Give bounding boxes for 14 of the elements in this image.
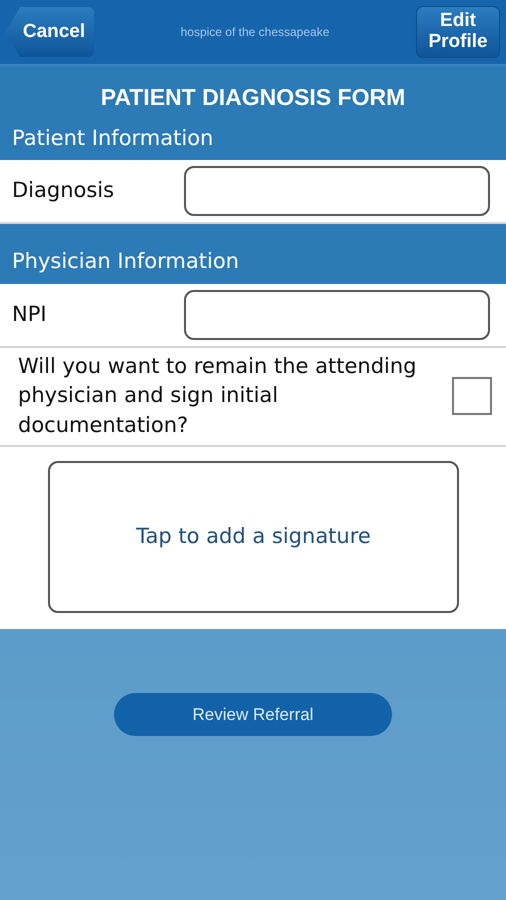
edit-profile-button[interactable]: Edit Profile	[416, 6, 500, 58]
app-title: hospice of the chessapeake	[180, 24, 330, 41]
question-text: Will you want to remain the attending physician and sign initial documentation?	[18, 352, 418, 440]
cancel-button[interactable]: Cancel	[6, 7, 94, 57]
checkbox[interactable]	[452, 377, 492, 416]
signature-pad[interactable]: Tap to add a signature	[48, 460, 459, 613]
section-heading: Physician Information	[0, 224, 506, 284]
input-field[interactable]	[184, 166, 490, 216]
form-title: PATIENT DIAGNOSIS FORM	[0, 66, 506, 118]
section-heading: Patient Information	[0, 118, 506, 160]
review-referral-button[interactable]: Review Referral	[114, 692, 392, 736]
field-label: NPI	[12, 300, 48, 328]
field-label: Diagnosis	[12, 177, 116, 204]
input-field[interactable]	[184, 290, 490, 340]
